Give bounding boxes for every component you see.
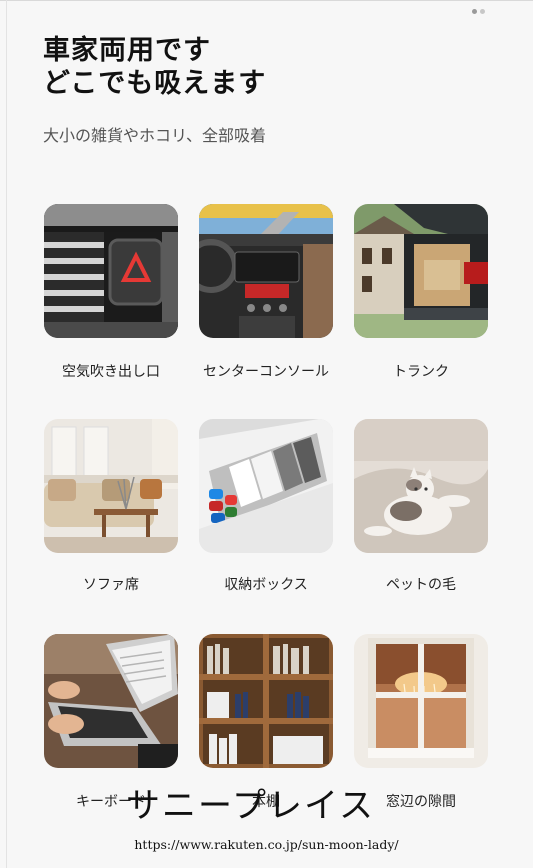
product-page: 車家両用です どこでも吸えます 大小の雑貨やホコリ、全部吸着 空気吹き出し口 セ… <box>0 0 533 868</box>
label-sofa: ソファ席 <box>83 577 139 593</box>
sofa-photo <box>44 419 178 553</box>
storage-box-photo <box>199 419 333 553</box>
label-pet-hair: ペットの毛 <box>386 577 456 593</box>
label-trunk: トランク <box>393 364 449 380</box>
carousel-dot-active[interactable] <box>472 9 477 14</box>
bookshelf-photo <box>199 634 333 768</box>
watermark-shop-name: サニープレイス <box>126 786 375 826</box>
car-trunk-photo <box>354 204 488 338</box>
title-line-2: どこでも吸えます <box>43 68 267 99</box>
center-console-photo <box>199 204 333 338</box>
carousel-dot[interactable] <box>480 9 485 14</box>
label-air-vent: 空気吹き出し口 <box>62 364 160 380</box>
window-photo <box>354 634 488 768</box>
left-border <box>6 0 7 868</box>
cat-photo <box>354 419 488 553</box>
label-center-console: センターコンソール <box>203 364 329 380</box>
watermark-url: https://www.rakuten.co.jp/sun-moon-lady/ <box>134 837 399 852</box>
page-subtitle: 大小の雑貨やホコリ、全部吸着 <box>43 126 267 145</box>
title-line-1: 車家両用です <box>43 35 211 66</box>
top-border <box>0 0 533 1</box>
label-storage-box: 収納ボックス <box>224 577 308 593</box>
carousel-dots[interactable] <box>472 9 485 14</box>
page-title: 車家両用です どこでも吸えます <box>43 34 266 100</box>
keyboard-photo <box>44 634 178 768</box>
car-air-vent-photo <box>44 204 178 338</box>
